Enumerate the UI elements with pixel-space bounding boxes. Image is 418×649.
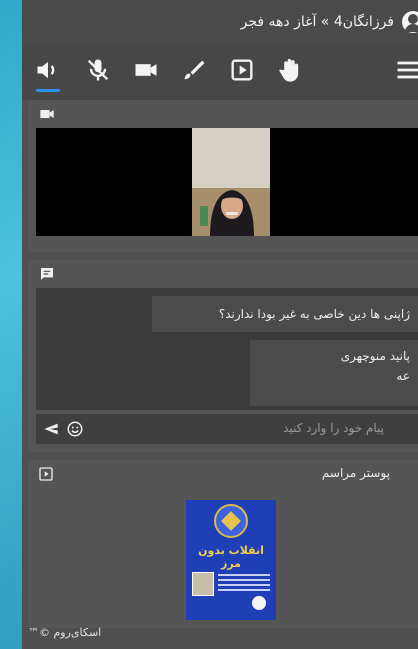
poster-logo [252,596,266,610]
footer-brand: اسکای‌روم ©™ [28,626,102,639]
send-icon[interactable] [42,421,60,437]
chat-message: ژاپنی ها دین خاصی به غیر بودا ندارند؟ [152,296,418,332]
poster-panel: پوستر مراسم انقلاب بدون مرز [28,460,418,628]
video-panel-header [28,100,418,128]
chat-messages[interactable]: ژاپنی ها دین خاصی به غیر بودا ندارند؟ پا… [36,288,418,410]
hand-icon[interactable] [276,56,304,84]
video-panel [28,100,418,252]
chat-panel: ژاپنی ها دین خاصی به غیر بودا ندارند؟ پا… [28,260,418,452]
menu-icon[interactable] [394,56,418,84]
chat-input-placeholder[interactable]: پیام خود را وارد کنید [283,421,384,435]
chat-icon [38,266,56,282]
poster-panel-header: پوستر مراسم [28,460,418,488]
speaker-icon[interactable] [34,56,62,92]
chat-message-text: عه [396,369,410,383]
brush-icon[interactable] [180,56,208,84]
chat-panel-header [28,260,418,288]
emoji-icon[interactable] [66,420,84,438]
title-bar: فرزانگان4 » آغاز دهه فجر [22,0,418,44]
video-area[interactable] [36,128,418,236]
poster-emblem [214,504,248,538]
room-window: فرزانگان4 » آغاز دهه فجر ژاپنی ها دین خا… [22,0,418,649]
chat-message: پانید منوچهری عه [250,340,418,406]
user-circle-icon[interactable] [402,11,418,33]
chat-message-text: ژاپنی ها دین خاصی به غیر بودا ندارند؟ [218,307,410,321]
breadcrumb: فرزانگان4 » آغاز دهه فجر [240,14,394,30]
play-box-icon[interactable] [228,56,256,84]
poster-title: پوستر مراسم [321,466,390,480]
presentation-icon [38,466,56,482]
poster-image[interactable]: انقلاب بدون مرز [186,500,276,620]
poster-photo [192,572,214,596]
toolbar [22,44,418,100]
poster-headline: انقلاب بدون مرز [198,544,264,570]
chat-message-author: پانید منوچهری [340,349,410,363]
chat-input[interactable]: پیام خود را وارد کنید [36,414,418,444]
mic-muted-icon[interactable] [84,56,112,84]
poster-text-lines [218,574,270,594]
video-camera-icon [38,106,56,122]
participant-video[interactable] [192,128,270,236]
camera-icon[interactable] [132,56,160,84]
